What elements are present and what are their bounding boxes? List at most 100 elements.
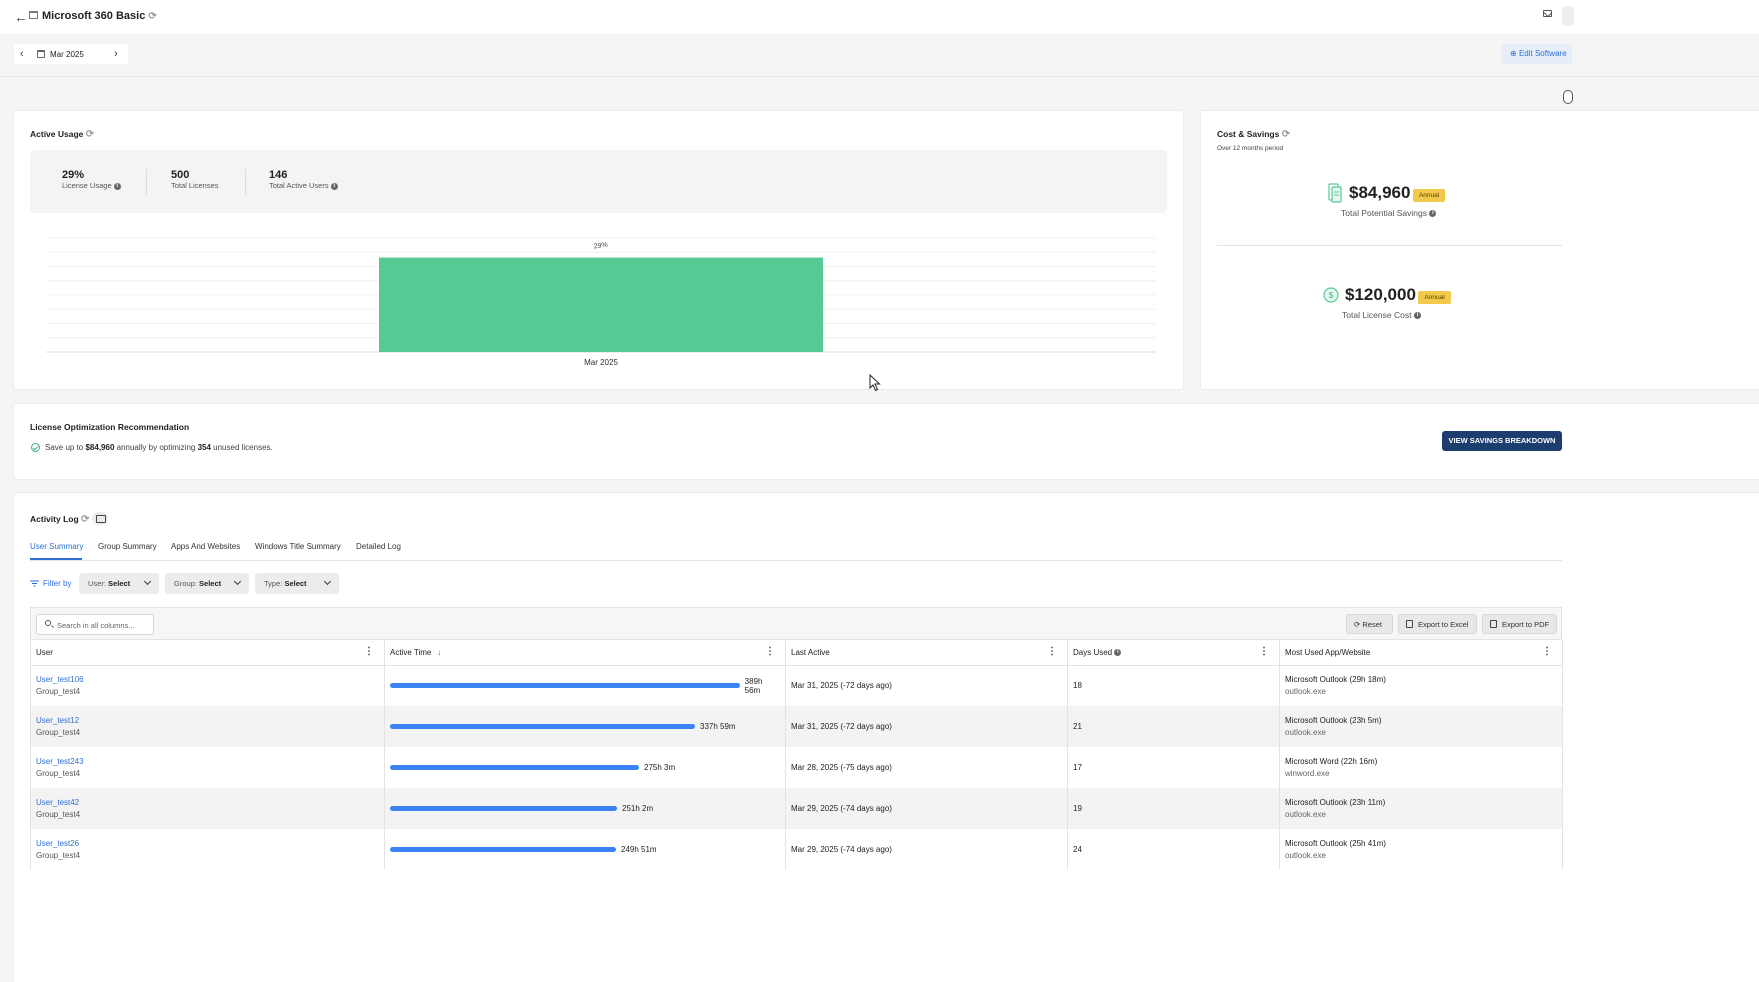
app-exe: outlook.exe — [1285, 686, 1326, 696]
page-title: Microsoft 360 Basic ⟳ — [42, 10, 157, 22]
cost-savings-card — [1200, 110, 1759, 390]
info-icon[interactable]: i — [1114, 649, 1122, 657]
cost-savings-title: Cost & Savings ⟳ — [1217, 129, 1291, 140]
info-icon[interactable]: i — [330, 182, 338, 190]
user-cell: User_test243 Group_test4 — [30, 747, 385, 788]
user-filter-select[interactable]: User: Select — [79, 573, 159, 594]
optimization-text: Save up to $84,960 annually by optimizin… — [45, 443, 273, 452]
refresh-icon[interactable]: ⟳ — [148, 11, 156, 22]
tab-group-summary[interactable]: Group Summary — [98, 542, 157, 551]
email-report-button[interactable] — [92, 512, 108, 525]
user-link[interactable]: User_test42 — [36, 797, 379, 809]
info-icon[interactable]: i — [1413, 312, 1421, 320]
refresh-icon[interactable]: ⟳ — [81, 514, 89, 525]
view-savings-breakdown-button[interactable]: VIEW SAVINGS BREAKDOWN — [1442, 431, 1562, 451]
check-circle-icon — [31, 443, 40, 452]
days-used-cell: 18 — [1067, 665, 1280, 706]
table-row[interactable]: User_test106 Group_test4 389h 56m Mar 31, 2… — [30, 665, 1563, 706]
column-menu-icon[interactable]: ⋮ — [1259, 647, 1269, 657]
chart-data-label: 29% — [593, 242, 608, 251]
search-input[interactable]: Search in all columns... — [36, 614, 154, 635]
mail-icon[interactable] — [1543, 10, 1552, 17]
user-link[interactable]: User_test106 — [36, 674, 379, 686]
type-filter-select[interactable]: Type: Select — [255, 573, 339, 594]
annual-badge: Annual — [1418, 291, 1451, 305]
refresh-icon[interactable]: ⟳ — [86, 129, 94, 140]
column-header-most-used-app[interactable]: Most Used App/Website ⋮ — [1279, 640, 1563, 666]
app-name: Microsoft Outlook (23h 5m) — [1285, 715, 1382, 725]
active-time-value: 389h 56m — [744, 676, 763, 695]
reset-button[interactable]: ⟳ Reset — [1346, 614, 1393, 634]
tab-detailed-log[interactable]: Detailed Log — [356, 542, 401, 551]
column-header-last-active[interactable]: Last Active ⋮ — [785, 640, 1068, 666]
app-exe: outlook.exe — [1285, 727, 1326, 737]
group-name: Group_test4 — [36, 686, 81, 696]
group-filter-select[interactable]: Group: Select — [165, 573, 249, 594]
user-cell: User_test42 Group_test4 — [30, 788, 385, 829]
info-icon[interactable]: i — [1429, 210, 1437, 218]
days-used-cell: 17 — [1067, 747, 1280, 788]
active-time-bar — [390, 847, 616, 852]
chevron-down-icon — [143, 577, 152, 586]
chevron-down-icon — [233, 577, 242, 586]
user-link[interactable]: User_test26 — [36, 838, 379, 850]
column-menu-icon[interactable]: ⋮ — [1047, 647, 1057, 657]
app-name: Microsoft Outlook (29h 18m) — [1285, 674, 1386, 684]
side-panel-toggle[interactable] — [1563, 90, 1573, 104]
divider — [245, 169, 246, 195]
edit-software-button[interactable]: ⊕ Edit Software — [1502, 44, 1572, 64]
money-stack-icon — [1328, 183, 1342, 203]
divider — [146, 169, 147, 195]
column-header-user[interactable]: User ⋮ — [30, 640, 385, 666]
sort-desc-icon[interactable]: ↓ — [437, 648, 441, 657]
chart-bar[interactable] — [379, 257, 823, 352]
column-menu-icon[interactable]: ⋮ — [1542, 647, 1552, 657]
user-link[interactable]: User_test243 — [36, 756, 379, 768]
file-icon — [1490, 620, 1497, 628]
column-menu-icon[interactable]: ⋮ — [364, 647, 374, 657]
divider — [0, 76, 1759, 77]
refresh-icon[interactable]: ⟳ — [1282, 129, 1290, 140]
table-row[interactable]: User_test42 Group_test4 251h 2m Mar 29, 202… — [30, 788, 1563, 829]
arrow-left-icon[interactable]: ← — [14, 9, 28, 25]
usage-bar-chart: 29% Mar 2025 — [46, 237, 1156, 367]
last-active-cell: Mar 31, 2025 (-72 days ago) — [785, 665, 1068, 706]
mouse-cursor — [869, 374, 881, 392]
search-icon — [45, 620, 51, 626]
chevron-left-icon[interactable]: ‹ — [20, 48, 24, 60]
active-time-cell: 389h 56m — [384, 665, 786, 706]
info-icon[interactable]: i — [113, 182, 121, 190]
table-row[interactable]: User_test26 Group_test4 249h 51m Mar 29, 20… — [30, 829, 1563, 870]
active-time-cell: 275h 3m — [384, 747, 786, 788]
active-time-value: 251h 2m — [622, 804, 654, 813]
column-menu-icon[interactable]: ⋮ — [765, 647, 775, 657]
export-pdf-button[interactable]: Export to PDF — [1482, 614, 1557, 634]
export-excel-button[interactable]: Export to Excel — [1398, 614, 1477, 634]
user-link[interactable]: User_test12 — [36, 715, 379, 727]
window-icon — [29, 11, 38, 19]
app-name: Microsoft Outlook (23h 11m) — [1285, 797, 1386, 807]
chart-x-tick-label: Mar 2025 — [584, 358, 618, 367]
user-menu-button[interactable] — [1562, 6, 1574, 26]
column-header-active-time[interactable]: Active Time ↓ ⋮ — [384, 640, 786, 666]
tab-windows-title-summary[interactable]: Windows Title Summary — [255, 542, 341, 551]
active-time-bar — [390, 806, 617, 811]
table-row[interactable]: User_test12 Group_test4 337h 59m Mar 31, 20… — [30, 706, 1563, 747]
calendar-icon — [37, 50, 45, 58]
chevron-right-icon[interactable]: › — [114, 48, 118, 60]
last-active-cell: Mar 28, 2025 (-75 days ago) — [785, 747, 1068, 788]
user-cell: User_test12 Group_test4 — [30, 706, 385, 747]
most-used-app-cell: Microsoft Word (22h 16m) winword.exe — [1279, 747, 1563, 788]
chevron-down-icon — [323, 577, 332, 586]
table-row[interactable]: User_test243 Group_test4 275h 3m Mar 28, 20… — [30, 747, 1563, 788]
tab-apps-and-websites[interactable]: Apps And Websites — [171, 542, 240, 551]
license-cost-label: Total License Cost i — [1342, 310, 1421, 320]
month-label[interactable]: Mar 2025 — [50, 50, 84, 59]
active-time-cell: 249h 51m — [384, 829, 786, 870]
user-cell: User_test26 Group_test4 — [30, 829, 385, 870]
tab-user-summary[interactable]: User Summary — [30, 542, 83, 551]
active-time-bar — [390, 683, 740, 689]
total-licenses-stat: 500 Total Licenses — [171, 169, 219, 190]
potential-savings-label: Total Potential Savings i — [1341, 208, 1437, 218]
column-header-days-used[interactable]: Days Used i ⋮ — [1067, 640, 1280, 666]
